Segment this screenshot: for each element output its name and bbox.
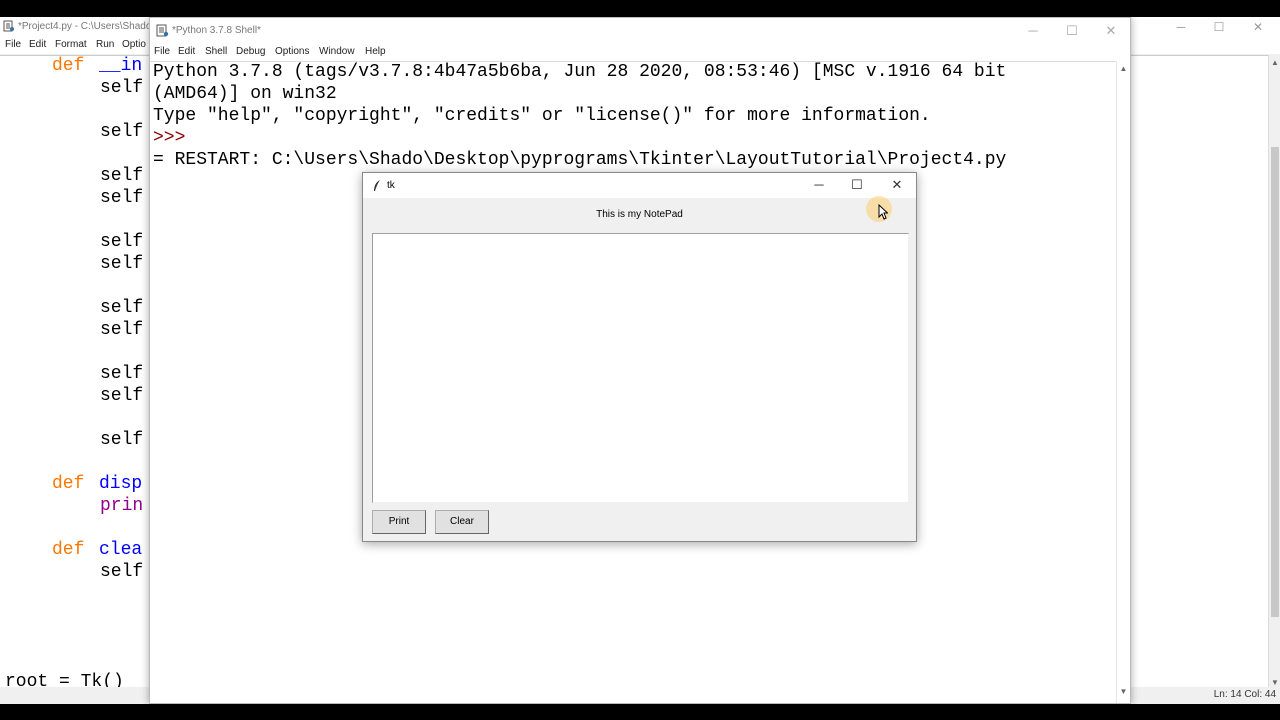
- code-line: self: [100, 320, 144, 340]
- tk-feather-icon: [374, 180, 380, 191]
- code-line: self: [100, 254, 144, 274]
- shell-menu-window[interactable]: Window: [319, 46, 355, 57]
- tk-titlebar[interactable]: tk ─ ☐ ✕: [363, 173, 916, 198]
- shell-prompt: >>>: [153, 128, 186, 148]
- code-line: self: [100, 188, 144, 208]
- clear-button[interactable]: Clear: [435, 510, 489, 534]
- shell-banner-line: (AMD64)] on win32: [153, 84, 337, 104]
- editor-menu-format[interactable]: Format: [55, 39, 87, 50]
- scroll-down-icon[interactable]: ▼: [1117, 686, 1130, 698]
- shell-restart-line: = RESTART: C:\Users\Shado\Desktop\pyprog…: [153, 150, 1007, 170]
- code-keyword: def: [52, 56, 85, 76]
- notepad-text-area[interactable]: [372, 233, 909, 503]
- editor-menu-edit[interactable]: Edit: [29, 39, 46, 50]
- mouse-pointer-icon: [878, 204, 888, 220]
- tk-close-button[interactable]: ✕: [882, 176, 912, 194]
- code-line: self: [100, 386, 144, 406]
- code-keyword: def: [52, 474, 85, 494]
- print-button[interactable]: Print: [372, 510, 426, 534]
- shell-title: *Python 3.7.8 Shell*: [172, 25, 261, 36]
- code-line: self: [100, 364, 144, 384]
- code-function-name: disp: [99, 474, 143, 494]
- shell-minimize-button[interactable]: ─: [1018, 22, 1048, 40]
- shell-menu-help[interactable]: Help: [365, 46, 386, 57]
- editor-maximize-button[interactable]: ☐: [1209, 19, 1229, 35]
- editor-close-button[interactable]: ✕: [1248, 19, 1268, 35]
- shell-menu-debug[interactable]: Debug: [236, 46, 265, 57]
- code-function-name: __in: [99, 56, 143, 76]
- code-line: self: [100, 298, 144, 318]
- scroll-up-icon[interactable]: ▲: [1269, 57, 1280, 69]
- shell-scrollbar[interactable]: ▲ ▼: [1116, 61, 1130, 703]
- editor-menu-file[interactable]: File: [5, 39, 21, 50]
- shell-maximize-button[interactable]: ☐: [1057, 22, 1087, 40]
- editor-menu-options[interactable]: Optio: [122, 39, 146, 50]
- code-function-name: clea: [99, 540, 143, 560]
- shell-close-button[interactable]: ✕: [1096, 22, 1126, 40]
- editor-scrollbar[interactable]: ▲ ▼: [1268, 55, 1280, 704]
- code-line: self: [100, 122, 144, 142]
- shell-menu-options[interactable]: Options: [275, 46, 309, 57]
- shell-menu-file[interactable]: File: [154, 46, 170, 57]
- editor-title: *Project4.py - C:\Users\Shado: [18, 21, 152, 32]
- idle-file-icon: [3, 20, 14, 32]
- code-builtin: prin: [100, 496, 144, 516]
- code-line: self: [100, 232, 144, 252]
- shell-menu-shell[interactable]: Shell: [205, 46, 227, 57]
- tk-maximize-button[interactable]: ☐: [842, 176, 872, 194]
- editor-scroll-thumb[interactable]: [1271, 147, 1279, 617]
- tk-window: tk ─ ☐ ✕ This is my NotePad Print Clear: [362, 172, 917, 542]
- notepad-heading: This is my NotePad: [596, 209, 683, 220]
- shell-banner-line: Python 3.7.8 (tags/v3.7.8:4b47a5b6ba, Ju…: [153, 62, 1007, 82]
- scroll-up-icon[interactable]: ▲: [1117, 63, 1130, 75]
- code-line: self: [100, 562, 144, 582]
- tk-minimize-button[interactable]: ─: [804, 176, 834, 194]
- code-line: self: [100, 78, 144, 98]
- cursor-position: Ln: 14 Col: 44: [1213, 689, 1276, 700]
- shell-titlebar[interactable]: *Python 3.7.8 Shell* ─ ☐ ✕: [150, 18, 1130, 44]
- code-line: self: [100, 166, 144, 186]
- code-line: self: [100, 430, 144, 450]
- editor-minimize-button[interactable]: ─: [1171, 19, 1191, 35]
- tk-title: tk: [387, 180, 395, 191]
- code-keyword: def: [52, 540, 85, 560]
- idle-shell-icon: [156, 24, 169, 37]
- shell-menubar: File Edit Shell Debug Options Window Hel…: [150, 44, 1130, 61]
- editor-menu-run[interactable]: Run: [96, 39, 114, 50]
- shell-banner-line: Type "help", "copyright", "credits" or "…: [153, 106, 931, 126]
- shell-menu-edit[interactable]: Edit: [178, 46, 195, 57]
